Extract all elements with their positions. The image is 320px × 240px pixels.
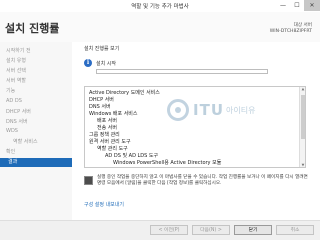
sidebar-item-server-roles: 서버 역할	[6, 78, 26, 84]
section-label: 설치 진행률 보기	[84, 46, 120, 52]
next-button[interactable]: 다음(N) >	[192, 225, 230, 235]
sidebar-item-features: 기능	[6, 88, 16, 94]
watermark-sub: 아이티유	[226, 105, 256, 115]
sidebar-item-dns-server: DNS 서버	[6, 119, 28, 125]
feature-role-admin-tools: 역할 관리 도구	[97, 146, 128, 152]
feature-dhcp-server: DHCP 서버	[89, 97, 114, 103]
feature-deployment-server: 배포 서버	[97, 118, 117, 124]
window-title: 역할 및 기능 추가 마법사	[131, 4, 189, 10]
feature-ad-ds-lds-tools: AD DS 및 AD LDS 도구	[105, 153, 159, 159]
watermark-brand: ITU	[193, 101, 224, 119]
feature-group-policy-management: 그룹 정책 관리	[89, 132, 120, 138]
main-content: 설치 진행률 보기 i 설치 시작 Active Directory 도메인 서…	[72, 42, 320, 220]
sidebar-item-confirmation: 확인	[6, 149, 16, 155]
previous-button[interactable]: < 이전(P)	[150, 225, 188, 235]
feature-wds: Windows 배포 서비스	[89, 111, 138, 117]
sidebar-item-role-services: 역할 서비스	[13, 139, 38, 145]
close-wizard-notice: 실행 중인 작업을 중단하지 않고 이 마법사를 닫을 수 있습니다. 작업 진…	[97, 175, 308, 187]
scroll-up-icon[interactable]: ▲	[300, 87, 305, 91]
feature-rsat: 원격 서버 관리 도구	[89, 139, 131, 145]
scrollbar-thumb[interactable]	[301, 95, 305, 139]
wizard-footer: < 이전(P) 다음(N) > 닫기 취소	[0, 220, 320, 240]
page-title: 설치 진행률	[5, 22, 60, 35]
scroll-down-icon[interactable]: ▼	[300, 163, 305, 167]
feature-ad-ds: Active Directory 도메인 서비스	[89, 90, 160, 96]
sidebar-item-ad-ds: AD DS	[6, 98, 22, 104]
feature-dns-server: DNS 서버	[89, 104, 111, 110]
wizard-header: 설치 진행률 대상 서버 WIN-DTCH8ZIPFRT	[0, 12, 320, 42]
maximize-button[interactable]: ☐	[290, 0, 304, 11]
sidebar-item-server-selection: 서버 선택	[6, 68, 26, 74]
features-scrollbar[interactable]: ▲ ▼	[299, 87, 305, 167]
itu-watermark: ITU 아이티유	[167, 99, 255, 121]
itu-logo-icon	[167, 99, 189, 121]
sidebar-item-dhcp-server: DHCP 서버	[6, 109, 31, 115]
feature-ad-powershell-module: Windows PowerShell용 Active Directory 모듈	[113, 160, 222, 166]
minimize-button[interactable]: —	[276, 0, 290, 11]
destination-server-name: WIN-DTCH8ZIPFRT	[269, 29, 312, 34]
install-status: 설치 시작	[96, 61, 116, 67]
notification-flag-icon	[84, 176, 93, 185]
sidebar-item-wds: WDS	[6, 128, 18, 134]
close-window-button[interactable]: ✕	[304, 0, 320, 11]
sidebar-item-installation-type: 설치 유형	[6, 58, 26, 64]
close-button[interactable]: 닫기	[234, 225, 272, 235]
export-configuration-link[interactable]: 구성 설정 내보내기	[84, 201, 124, 208]
sidebar-item-before-you-begin: 시작하기 전	[6, 48, 31, 54]
cancel-button[interactable]: 취소	[276, 225, 314, 235]
progress-bar	[96, 69, 268, 74]
wizard-steps-sidebar: 시작하기 전 설치 유형 서버 선택 서버 역할 기능 AD DS DHCP 서…	[0, 42, 72, 220]
feature-transport-server: 전송 서버	[97, 125, 117, 131]
info-icon: i	[84, 59, 92, 67]
destination-server: 대상 서버 WIN-DTCH8ZIPFRT	[270, 23, 312, 35]
title-bar: 역할 및 기능 추가 마법사 — ☐ ✕	[0, 0, 320, 12]
sidebar-item-results: 결과	[0, 158, 72, 167]
